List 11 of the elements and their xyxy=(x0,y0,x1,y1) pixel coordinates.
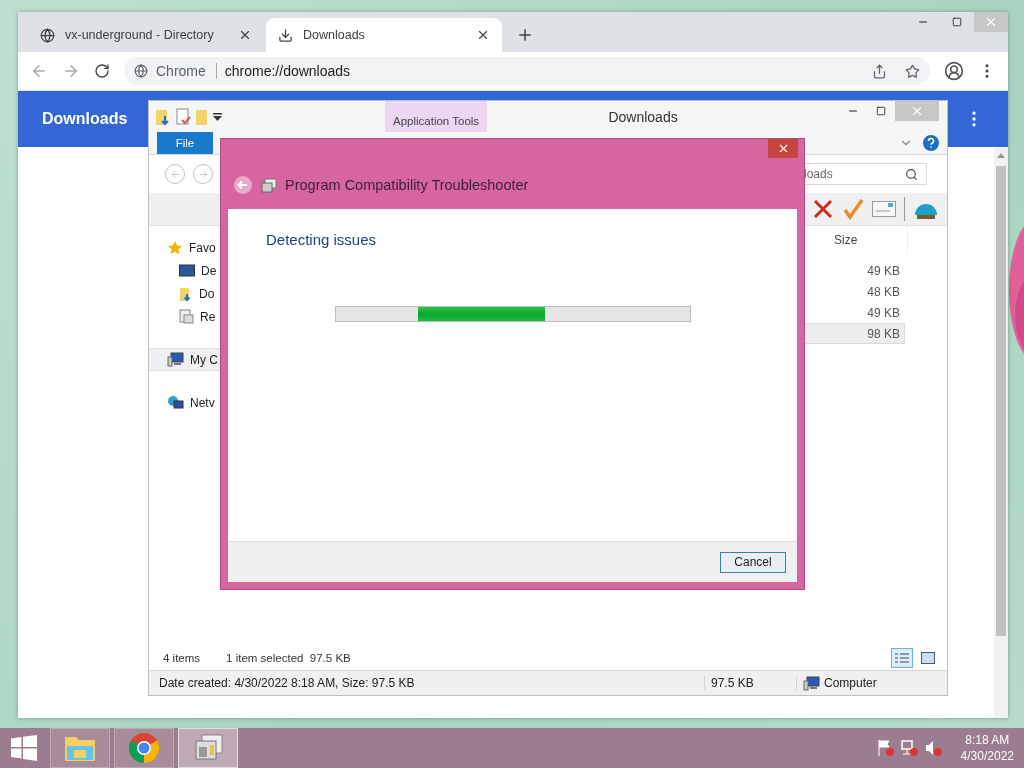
selection-info: 1 item selected 97.5 KB xyxy=(226,652,351,664)
site-chip: Chrome xyxy=(156,63,217,79)
url-text: chrome://downloads xyxy=(224,63,352,79)
dialog-title: Program Compatibility Troubleshooter xyxy=(285,177,529,193)
window-title: Downloads xyxy=(607,108,679,125)
details-text: Date created: 4/30/2022 8:18 AM, Size: 97.5 KB xyxy=(158,676,416,690)
details-size: 97.5 KB xyxy=(704,676,796,690)
zone-label: Computer xyxy=(824,676,877,690)
page-title: Downloads xyxy=(42,110,128,128)
status-heading: Detecting issues xyxy=(266,231,378,248)
item-count: 4 items xyxy=(163,652,201,664)
